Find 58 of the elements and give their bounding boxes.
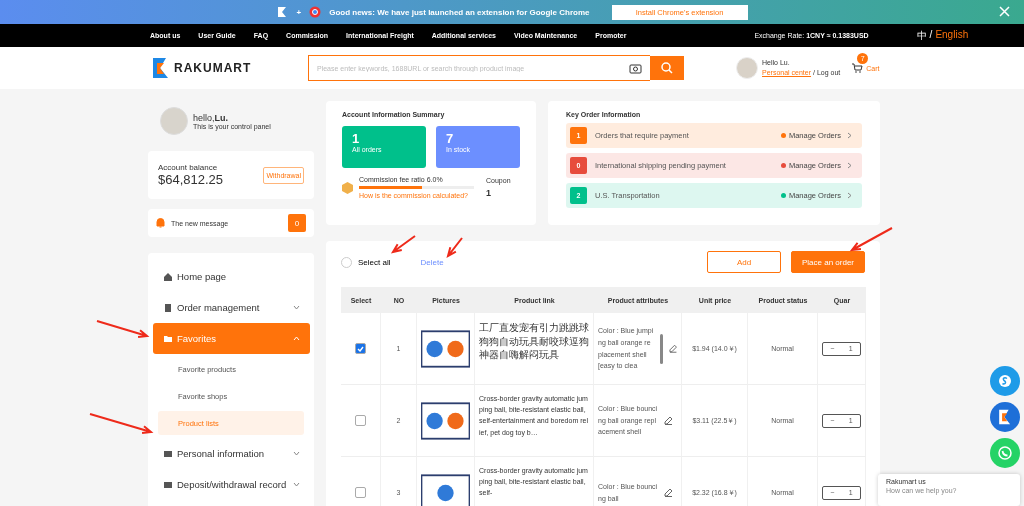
chevron-up-icon — [293, 336, 300, 341]
profile-avatar — [160, 107, 188, 135]
logo-icon — [998, 409, 1012, 425]
plus-sign: + — [296, 7, 302, 17]
extension-logo-icon — [276, 6, 289, 18]
phone-icon — [998, 446, 1012, 460]
sidebar-item[interactable]: Order management — [153, 292, 310, 323]
row-checkbox[interactable] — [355, 487, 366, 498]
language-option[interactable]: English — [935, 28, 969, 43]
order-icon — [163, 302, 173, 313]
skype-icon — [998, 374, 1012, 388]
sidebar-item[interactable]: Personal information — [153, 438, 310, 469]
language-separator: / — [929, 28, 933, 42]
row-checkbox[interactable] — [355, 343, 366, 354]
language-option[interactable]: 中 — [916, 28, 927, 43]
product-link[interactable]: 工厂直发宠有引力跳跳球狗狗自动玩具耐咬球逗狗神器自嗨解闷玩具 — [479, 321, 589, 362]
person-icon — [163, 448, 173, 459]
skype-button[interactable] — [990, 366, 1020, 396]
logo-text: RAKUMART — [174, 61, 252, 75]
profile-greeting: hello,Lu. — [193, 112, 229, 123]
scrollbar[interactable] — [659, 333, 663, 364]
chevron-down-icon — [293, 482, 300, 487]
banner-text: Good news: We have just launched an extension for Google Chrome — [329, 7, 590, 17]
balance-label: Account balance — [158, 163, 219, 172]
search-icon — [661, 62, 673, 74]
user-avatar — [736, 57, 758, 79]
chevron-right-icon — [847, 192, 852, 199]
cart-icon[interactable] — [852, 63, 864, 73]
select-all-label[interactable]: Select all — [358, 257, 391, 267]
edit-icon[interactable] — [668, 344, 677, 353]
browser-logo-icon — [309, 6, 322, 18]
logo-icon — [152, 57, 170, 79]
camera-icon[interactable] — [629, 63, 642, 74]
chevron-down-icon — [293, 305, 300, 310]
search-button[interactable] — [650, 56, 684, 80]
home-icon — [163, 271, 173, 282]
edit-icon[interactable] — [664, 416, 673, 425]
wallet-icon — [163, 479, 173, 490]
bell-icon — [156, 218, 165, 228]
balance-amount: $64,812.25 — [158, 172, 224, 187]
chevron-right-icon — [847, 162, 852, 169]
select-all-radio[interactable] — [341, 256, 352, 268]
chevron-down-icon — [293, 451, 300, 456]
status-dot — [780, 133, 786, 138]
sidebar-item[interactable]: Home page — [153, 261, 310, 292]
row-checkbox[interactable] — [355, 415, 366, 426]
close-icon[interactable] — [999, 6, 1010, 17]
message-count-badge: 0 — [288, 214, 306, 232]
coupon-value: 1 — [486, 188, 492, 198]
folder-icon — [163, 333, 173, 344]
sidebar-item[interactable]: Deposit/withdrawal record — [153, 469, 310, 500]
app-logo-button[interactable] — [990, 402, 1020, 432]
chevron-right-icon — [847, 132, 852, 139]
whatsapp-button[interactable] — [990, 438, 1020, 468]
medal-icon — [342, 181, 353, 194]
edit-icon[interactable] — [664, 488, 673, 497]
status-dot — [780, 163, 786, 168]
status-dot — [780, 193, 786, 198]
